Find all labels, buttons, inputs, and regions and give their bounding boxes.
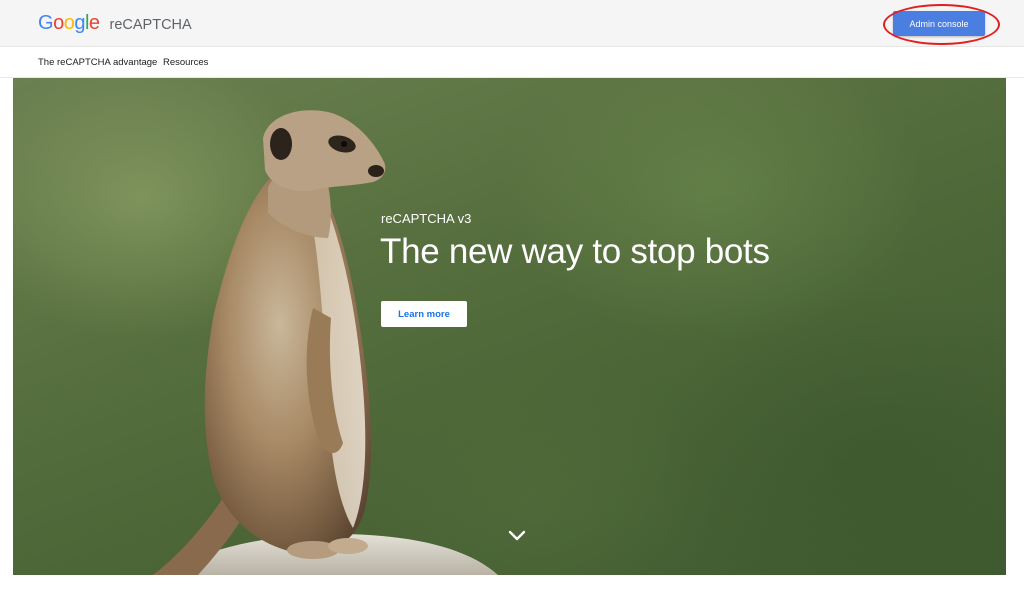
hero-title: The new way to stop bots [380, 232, 770, 271]
hero-eyebrow: reCAPTCHA v3 [381, 211, 472, 226]
logo-letter: o [53, 12, 64, 34]
learn-more-button[interactable]: Learn more [381, 301, 467, 327]
logo-letter: e [88, 12, 100, 34]
sub-navigation: The reCAPTCHA advantage Resources [0, 47, 1024, 78]
logo-letter: g [74, 12, 85, 34]
product-name: reCAPTCHA [109, 17, 192, 33]
nav-link-recaptcha-advantage[interactable]: The reCAPTCHA advantage [38, 57, 157, 68]
nav-link-resources[interactable]: Resources [163, 57, 208, 68]
brand[interactable]: Google reCAPTCHA [38, 12, 192, 35]
chevron-down-icon[interactable] [507, 528, 527, 544]
logo-letter: G [38, 12, 54, 34]
admin-console-button[interactable]: Admin console [893, 11, 985, 36]
google-logo: Google [38, 12, 100, 35]
logo-letter: o [63, 12, 75, 34]
hero-banner: reCAPTCHA v3 The new way to stop bots Le… [13, 78, 1006, 575]
meerkat-photo [153, 110, 498, 575]
top-app-bar: Google reCAPTCHA Admin console [0, 0, 1024, 47]
